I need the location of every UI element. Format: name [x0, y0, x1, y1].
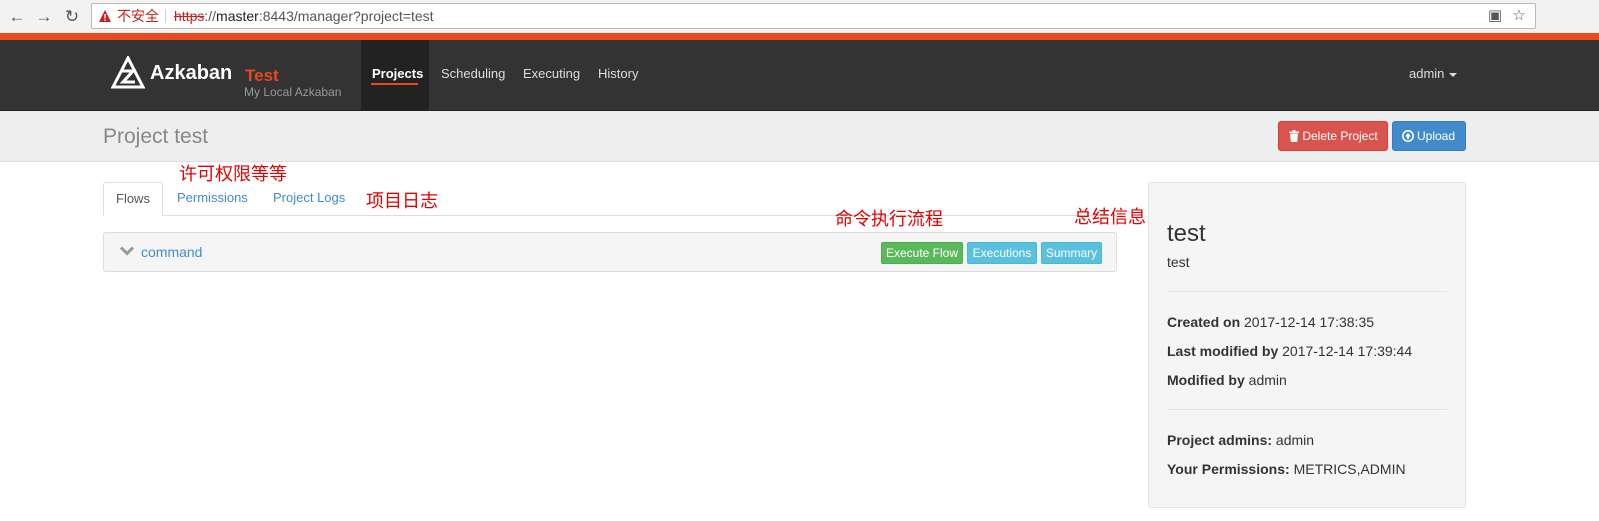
project-description: test [1167, 254, 1190, 270]
modified-by-value: admin [1248, 372, 1287, 388]
your-permissions-label: Your Permissions: [1167, 461, 1290, 477]
browser-toolbar: ← → ↻ 不安全 https://master:8443/manager?pr… [0, 0, 1599, 33]
reload-icon[interactable]: ↻ [61, 6, 83, 28]
address-bar[interactable]: 不安全 https://master:8443/manager?project=… [91, 3, 1536, 29]
created-on-row: Created on 2017-12-14 17:38:35 [1167, 314, 1374, 330]
created-on-value: 2017-12-14 17:38:35 [1244, 314, 1375, 330]
execute-flow-button[interactable]: Execute Flow [881, 242, 963, 264]
url-scheme: https [174, 8, 205, 24]
accent-strip [0, 33, 1599, 40]
tab-permissions[interactable]: Permissions [165, 182, 260, 216]
top-navbar: Azkaban Test My Local Azkaban Projects S… [0, 40, 1599, 111]
upload-circle-icon [1402, 130, 1414, 142]
annotation-execute-flow: 命令执行流程 [835, 209, 943, 230]
forward-arrow-icon[interactable]: → [33, 6, 55, 28]
upload-button[interactable]: Upload [1392, 121, 1466, 151]
modified-by-row: Modified by admin [1167, 372, 1287, 388]
nav-active-underline [371, 83, 418, 85]
user-menu[interactable]: admin [1409, 66, 1458, 81]
nav-item-executing[interactable]: Executing [523, 66, 580, 81]
user-name: admin [1409, 66, 1445, 81]
nav-item-scheduling[interactable]: Scheduling [441, 66, 505, 81]
delete-project-button[interactable]: Delete Project [1278, 121, 1388, 151]
azkaban-logo-icon[interactable] [111, 56, 145, 90]
executions-button[interactable]: Executions [967, 242, 1037, 264]
your-permissions-row: Your Permissions: METRICS,ADMIN [1167, 461, 1406, 477]
project-header: Project test Delete Project Upload [0, 111, 1599, 162]
page-title: Project test [103, 125, 209, 148]
url-separator: :// [204, 8, 217, 24]
last-modified-label: Last modified by [1167, 343, 1279, 359]
annotation-project-logs: 项目日志 [366, 191, 438, 212]
last-modified-row: Last modified by 2017-12-14 17:39:44 [1167, 343, 1412, 359]
delete-project-label: Delete Project [1302, 129, 1378, 143]
flow-panel: command Execute Flow Executions Summary [103, 232, 1117, 272]
modified-by-label: Modified by [1167, 372, 1245, 388]
tab-flows[interactable]: Flows [103, 182, 163, 216]
translate-icon[interactable]: ▣ [1487, 8, 1503, 24]
url-path: :8443/manager?project=test [258, 8, 434, 24]
url-host: master [216, 8, 259, 24]
brand-name[interactable]: Azkaban [150, 62, 232, 85]
brand-environment: Test [245, 66, 279, 85]
info-divider [1167, 291, 1447, 292]
project-admins-row: Project admins: admin [1167, 432, 1314, 448]
annotation-permissions: 许可权限等等 [179, 164, 287, 185]
chevron-down-icon[interactable] [120, 244, 134, 258]
summary-button[interactable]: Summary [1041, 242, 1102, 264]
security-status: 不安全 [117, 8, 159, 24]
nav-item-projects[interactable]: Projects [372, 66, 423, 81]
project-info-panel: test test Created on 2017-12-14 17:38:35… [1148, 182, 1466, 508]
nav-item-history[interactable]: History [598, 66, 638, 81]
brand-subtitle: My Local Azkaban [244, 85, 342, 99]
project-admins-label: Project admins: [1167, 432, 1273, 448]
upload-label: Upload [1416, 129, 1456, 143]
last-modified-value: 2017-12-14 17:39:44 [1282, 343, 1413, 359]
warning-icon [99, 10, 111, 22]
your-permissions-value: METRICS,ADMIN [1293, 461, 1406, 477]
tab-project-logs[interactable]: Project Logs [261, 182, 357, 216]
annotation-summary: 总结信息 [1074, 207, 1146, 228]
caret-down-icon [1449, 72, 1458, 77]
bookmark-star-icon[interactable]: ☆ [1511, 8, 1527, 24]
back-arrow-icon[interactable]: ← [6, 6, 28, 28]
created-on-label: Created on [1167, 314, 1241, 330]
info-divider [1167, 409, 1447, 410]
project-name: test [1167, 220, 1206, 247]
url-text: https://master:8443/manager?project=test [174, 4, 434, 28]
address-divider [165, 9, 166, 23]
flow-name-link[interactable]: command [141, 244, 202, 260]
project-admins-value: admin [1275, 432, 1315, 448]
trash-icon [1289, 130, 1299, 142]
